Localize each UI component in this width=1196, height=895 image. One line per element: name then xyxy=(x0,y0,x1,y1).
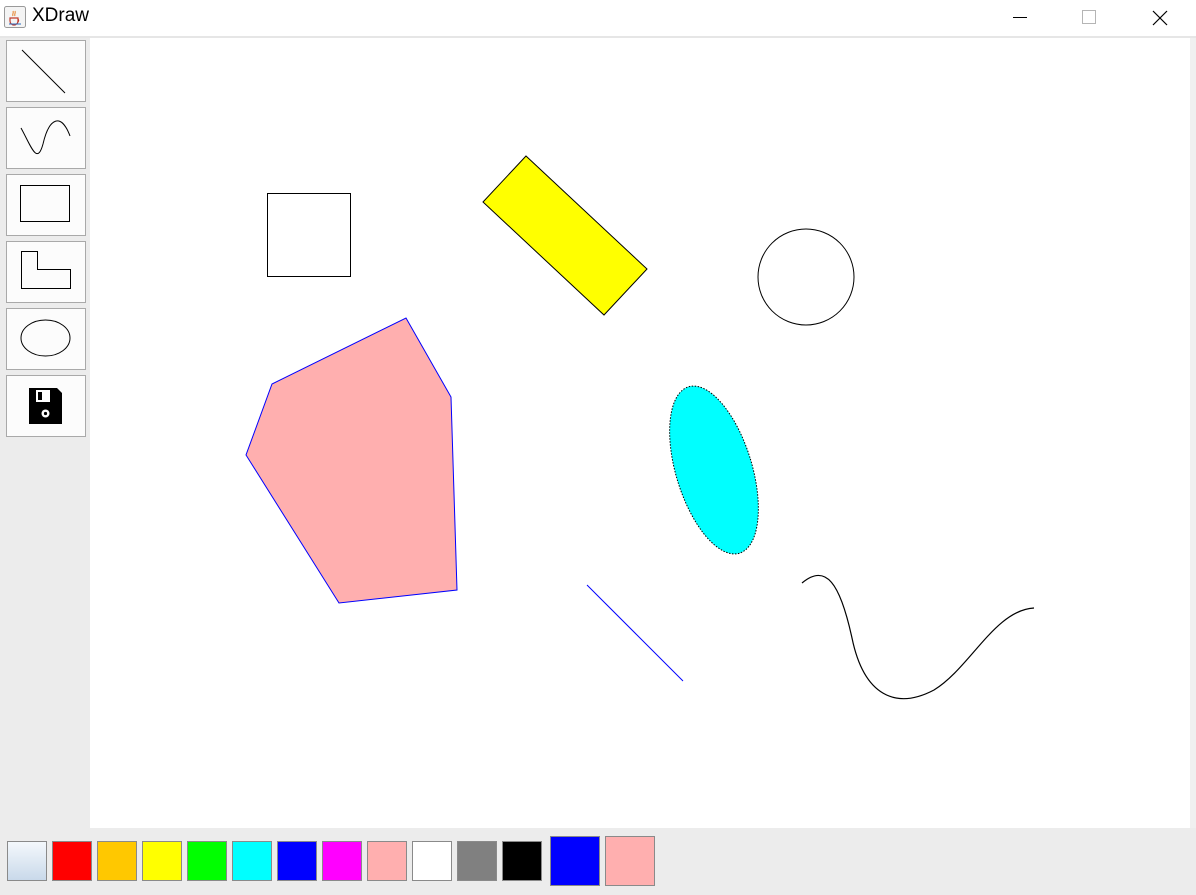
color-swatch-cyan[interactable] xyxy=(232,841,272,881)
curve-shape[interactable] xyxy=(801,574,1035,700)
polygon-icon xyxy=(21,251,71,289)
title-bar: XDraw xyxy=(0,0,1196,36)
current-stroke-color[interactable] xyxy=(550,836,600,886)
line-tool-button[interactable] xyxy=(6,40,86,102)
rectangle-icon xyxy=(20,185,70,222)
minimize-icon xyxy=(1013,17,1027,18)
color-swatch-blue[interactable] xyxy=(277,841,317,881)
color-swatch-magenta[interactable] xyxy=(322,841,362,881)
rectangle-shape[interactable] xyxy=(267,193,351,277)
color-swatch-black[interactable] xyxy=(502,841,542,881)
circle-shape[interactable] xyxy=(757,228,855,326)
rotated-rectangle-shape[interactable] xyxy=(482,155,648,316)
floppy-disk-icon xyxy=(29,388,62,424)
canvas-right-border xyxy=(1190,38,1196,828)
window-title: XDraw xyxy=(32,5,90,26)
rectangle-tool-button[interactable] xyxy=(6,174,86,236)
ellipse-tool-button[interactable] xyxy=(6,308,86,370)
polygon-tool-button[interactable] xyxy=(6,241,86,303)
color-swatch-yellow[interactable] xyxy=(142,841,182,881)
line-icon xyxy=(21,49,66,94)
maximize-button[interactable] xyxy=(1066,0,1112,36)
color-swatch-pink[interactable] xyxy=(367,841,407,881)
color-swatch-gradient[interactable] xyxy=(7,841,47,881)
current-fill-color[interactable] xyxy=(605,836,655,886)
canvas-drawing xyxy=(245,155,1035,700)
color-swatch-orange[interactable] xyxy=(97,841,137,881)
curve-tool-button[interactable] xyxy=(6,107,86,169)
java-coffee-icon[interactable] xyxy=(4,6,26,28)
close-icon xyxy=(1152,10,1168,26)
minimize-button[interactable] xyxy=(996,0,1042,36)
drawing-canvas[interactable] xyxy=(90,38,1190,828)
color-palette xyxy=(0,828,1196,895)
color-swatch-white[interactable] xyxy=(412,841,452,881)
color-swatch-red[interactable] xyxy=(52,841,92,881)
color-swatch-green[interactable] xyxy=(187,841,227,881)
pentagon-shape[interactable] xyxy=(245,317,458,604)
curve-icon xyxy=(20,120,71,155)
ellipse-icon xyxy=(20,319,71,357)
ellipse-shape[interactable] xyxy=(652,376,776,565)
save-button[interactable] xyxy=(6,375,86,437)
close-button[interactable] xyxy=(1136,0,1182,36)
color-swatch-gray[interactable] xyxy=(457,841,497,881)
line-shape[interactable] xyxy=(586,584,684,682)
tool-palette xyxy=(0,38,90,828)
maximize-icon xyxy=(1082,10,1096,24)
